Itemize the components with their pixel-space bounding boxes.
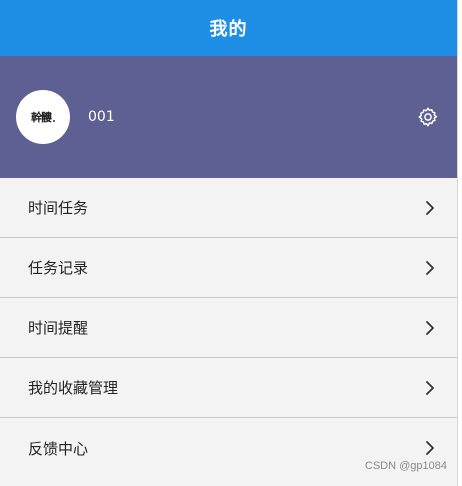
username: 001	[88, 109, 115, 125]
page-title: 我的	[209, 19, 248, 40]
gear-icon[interactable]	[417, 106, 439, 128]
menu-item-label: 我的收藏管理	[28, 379, 119, 397]
menu-item-label: 时间任务	[28, 199, 89, 217]
menu-item-label: 时间提醒	[28, 319, 89, 337]
chevron-right-icon	[426, 260, 434, 275]
menu-list: 时间任务 任务记录 时间提醒 我的收藏管理 反馈中心	[0, 178, 457, 478]
profile-banner: 幹髏 001	[0, 56, 457, 178]
menu-item-label: 任务记录	[28, 259, 89, 277]
top-bar: 我的	[0, 0, 457, 56]
menu-item-time-reminders[interactable]: 时间提醒	[0, 298, 457, 358]
avatar-dot	[53, 120, 55, 122]
avatar[interactable]: 幹髏	[16, 90, 70, 144]
app-frame: 我的 幹髏 001 时间任务 任务记录 时间提醒 我的收藏管理 反馈中心 CSD…	[0, 0, 458, 486]
watermark: CSDN @gp1084	[364, 460, 447, 472]
menu-item-task-records[interactable]: 任务记录	[0, 238, 457, 298]
chevron-right-icon	[426, 380, 434, 395]
chevron-right-icon	[426, 441, 434, 455]
menu-item-label: 反馈中心	[28, 439, 89, 458]
chevron-right-icon	[426, 200, 434, 215]
avatar-text: 幹髏	[31, 111, 52, 124]
menu-item-favorites-management[interactable]: 我的收藏管理	[0, 358, 457, 418]
menu-item-time-tasks[interactable]: 时间任务	[0, 178, 457, 238]
chevron-right-icon	[426, 320, 434, 335]
